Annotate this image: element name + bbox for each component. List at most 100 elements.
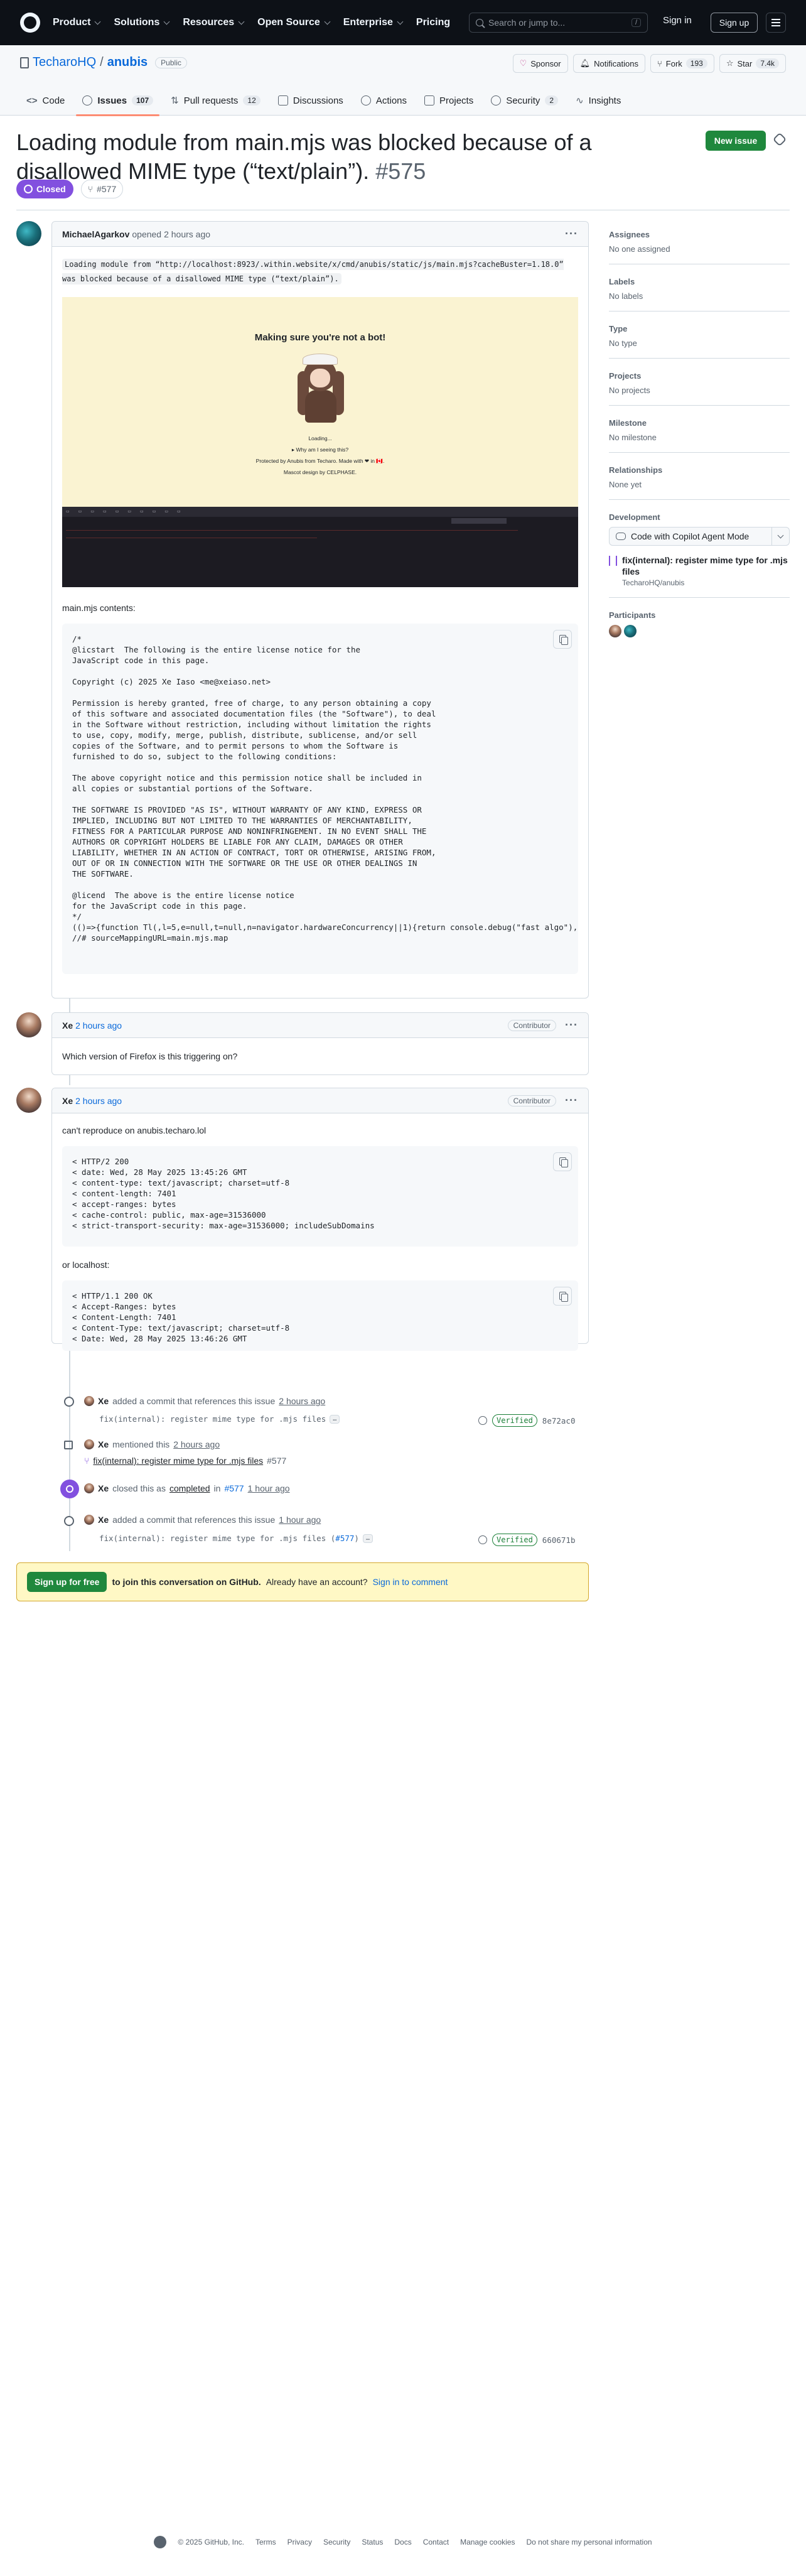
copy-icon[interactable]	[553, 1287, 572, 1306]
nav-resources[interactable]: Resources	[183, 17, 245, 28]
search-input[interactable]: Search or jump to... /	[469, 13, 648, 33]
github-logo-icon[interactable]	[154, 2536, 167, 2548]
commit-sha[interactable]: 8e72ac0	[542, 1416, 576, 1426]
tab-label: Issues	[97, 95, 127, 106]
event-actor[interactable]: Xe	[98, 1483, 109, 1493]
commit-message[interactable]: fix(internal): register mime type for .m…	[99, 1414, 326, 1424]
code-content: < HTTP/2 200 < date: Wed, 28 May 2025 13…	[72, 1157, 375, 1230]
verified-badge[interactable]: Verified	[492, 1414, 537, 1427]
avatar[interactable]	[84, 1396, 94, 1406]
footer-link-terms[interactable]: Terms	[255, 2538, 276, 2546]
comment-timestamp[interactable]: 2 hours ago	[75, 1096, 122, 1106]
notifications-button[interactable]: 🔔︎ Notifications	[572, 54, 645, 73]
sign-in-link[interactable]: Sign in	[663, 15, 692, 26]
footer-link-docs[interactable]: Docs	[394, 2538, 411, 2546]
copilot-agent-button[interactable]: Code with Copilot Agent Mode	[609, 527, 790, 546]
star-button[interactable]: ☆ Star 7.4k	[719, 54, 786, 73]
avatar[interactable]	[16, 1012, 41, 1037]
nav-enterprise[interactable]: Enterprise	[343, 17, 404, 28]
tab-issues[interactable]: Issues 107	[76, 85, 159, 116]
avatar[interactable]	[84, 1515, 94, 1525]
tab-pull-requests[interactable]: ⇅ Pull requests 12	[164, 85, 267, 116]
tab-actions[interactable]: Actions	[355, 85, 413, 116]
nav-open-source[interactable]: Open Source	[257, 17, 331, 28]
comment-author[interactable]: MichaelAgarkov	[62, 229, 129, 239]
comment-author[interactable]: Xe	[62, 1020, 73, 1031]
repo-owner-link[interactable]: TecharoHQ	[33, 55, 96, 70]
linked-pr-chip[interactable]: ⑂ #577	[80, 180, 124, 198]
kebab-menu-icon[interactable]: ···	[565, 227, 578, 241]
nav-solutions[interactable]: Solutions	[114, 17, 170, 28]
repo-name-link[interactable]: anubis	[107, 55, 148, 70]
kebab-menu-icon[interactable]: ···	[565, 1019, 578, 1032]
comment-author[interactable]: Xe	[62, 1096, 73, 1106]
kebab-menu-icon[interactable]: ···	[565, 1094, 578, 1107]
section-title: Type	[609, 324, 628, 333]
event-actor[interactable]: Xe	[98, 1515, 109, 1525]
footer-link-privacy[interactable]: Privacy	[287, 2538, 312, 2546]
sign-up-button[interactable]: Sign up	[711, 13, 758, 33]
avatar[interactable]	[84, 1483, 94, 1493]
expand-commit-button[interactable]: …	[330, 1414, 340, 1424]
event-timestamp[interactable]: 2 hours ago	[279, 1396, 325, 1406]
commit-message[interactable]: fix(internal): register mime type for .m…	[99, 1534, 335, 1543]
event-actor[interactable]: Xe	[98, 1396, 109, 1406]
event-timestamp[interactable]: 1 hour ago	[279, 1515, 321, 1525]
footer-link-contact[interactable]: Contact	[423, 2538, 449, 2546]
tab-security[interactable]: Security 2	[485, 85, 564, 116]
copy-icon[interactable]	[553, 1152, 572, 1171]
signup-free-button[interactable]: Sign up for free	[27, 1572, 107, 1592]
github-logo-icon[interactable]	[20, 13, 40, 33]
timeline-event-commit: Xe added a commit that references this i…	[84, 1396, 325, 1406]
copy-link-icon[interactable]	[772, 132, 787, 147]
avatar[interactable]	[16, 221, 41, 246]
comment: Xe 2 hours ago Contributor ··· Which ver…	[51, 1012, 589, 1075]
tab-code[interactable]: <> Code	[20, 85, 71, 116]
event-timestamp[interactable]: 2 hours ago	[173, 1439, 220, 1449]
avatar[interactable]	[609, 625, 621, 637]
menu-icon[interactable]	[766, 13, 786, 33]
fork-button[interactable]: ⑂ Fork 193	[650, 54, 714, 73]
comment-header: MichaelAgarkov opened 2 hours ago ···	[52, 222, 588, 247]
closing-pr-link[interactable]: #577	[224, 1483, 244, 1493]
commit-pr-link[interactable]: #577	[335, 1534, 354, 1543]
tab-count: 12	[243, 95, 261, 106]
verified-badge[interactable]: Verified	[492, 1534, 537, 1546]
mentioned-pr-title[interactable]: fix(internal): register mime type for .m…	[93, 1456, 263, 1466]
mentioned-pr-number[interactable]: #577	[267, 1456, 286, 1466]
code-block: /* @licstart The following is the entire…	[62, 624, 578, 974]
code-block: < HTTP/1.1 200 OK < Accept-Ranges: bytes…	[62, 1280, 578, 1351]
footer-link-do-not-share[interactable]: Do not share my personal information	[526, 2538, 652, 2546]
linked-pull-request[interactable]: fix(internal): register mime type for .m…	[609, 555, 790, 587]
commit-event-icon	[64, 1397, 74, 1407]
footer-link-security[interactable]: Security	[323, 2538, 350, 2546]
avatar[interactable]	[624, 625, 637, 637]
copilot-dropdown-button[interactable]	[772, 527, 790, 546]
pull-request-icon: ⑂	[87, 184, 94, 194]
comment-timestamp[interactable]: 2 hours ago	[164, 229, 210, 239]
comment-timestamp[interactable]: 2 hours ago	[75, 1020, 122, 1031]
copy-icon[interactable]	[553, 630, 572, 649]
tab-discussions[interactable]: Discussions	[272, 85, 350, 116]
comment-body: Loading module from “http://localhost:89…	[52, 247, 588, 984]
event-actor[interactable]: Xe	[98, 1439, 109, 1449]
new-issue-button[interactable]: New issue	[706, 131, 766, 151]
error-screenshot[interactable]: Making sure you're not a bot! Loading...…	[62, 297, 578, 587]
footer-link-manage-cookies[interactable]: Manage cookies	[460, 2538, 515, 2546]
avatar[interactable]	[16, 1088, 41, 1113]
commit-sha[interactable]: 660671b	[542, 1535, 576, 1545]
copilot-main-button[interactable]: Code with Copilot Agent Mode	[609, 527, 772, 546]
nav-product[interactable]: Product	[53, 17, 101, 28]
sponsor-button[interactable]: ♡ Sponsor	[512, 54, 568, 73]
linked-pr-title[interactable]: fix(internal): register mime type for .m…	[622, 555, 790, 577]
nav-pricing[interactable]: Pricing	[416, 17, 450, 28]
event-text: added a commit that references this issu…	[112, 1396, 276, 1406]
tab-insights[interactable]: ∿ Insights	[569, 85, 627, 116]
expand-commit-button[interactable]: …	[362, 1534, 373, 1543]
tab-projects[interactable]: Projects	[418, 85, 480, 116]
sign-in-to-comment-link[interactable]: Sign in to comment	[373, 1577, 448, 1587]
avatar[interactable]	[84, 1439, 94, 1449]
event-timestamp[interactable]: 1 hour ago	[248, 1483, 290, 1493]
footer-copyright: © 2025 GitHub, Inc.	[178, 2538, 244, 2546]
footer-link-status[interactable]: Status	[362, 2538, 383, 2546]
